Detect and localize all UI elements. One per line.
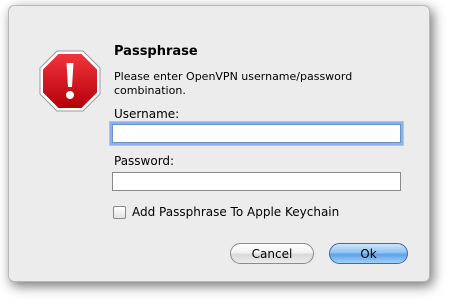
keychain-checkbox-row[interactable]: Add Passphrase To Apple Keychain <box>113 205 339 219</box>
username-label: Username: <box>114 107 180 121</box>
password-input[interactable] <box>112 172 401 191</box>
dialog-title: Passphrase <box>114 44 198 59</box>
ok-button[interactable]: Ok <box>329 243 408 264</box>
username-input[interactable] <box>112 124 401 143</box>
cancel-button[interactable]: Cancel <box>230 243 314 264</box>
passphrase-dialog: Passphrase Please enter OpenVPN username… <box>8 5 430 282</box>
keychain-checkbox-label[interactable]: Add Passphrase To Apple Keychain <box>132 205 339 219</box>
keychain-checkbox[interactable] <box>113 205 126 219</box>
dialog-message: Please enter OpenVPN username/password c… <box>114 70 353 97</box>
stop-alert-icon <box>39 50 101 112</box>
password-label: Password: <box>114 154 175 168</box>
